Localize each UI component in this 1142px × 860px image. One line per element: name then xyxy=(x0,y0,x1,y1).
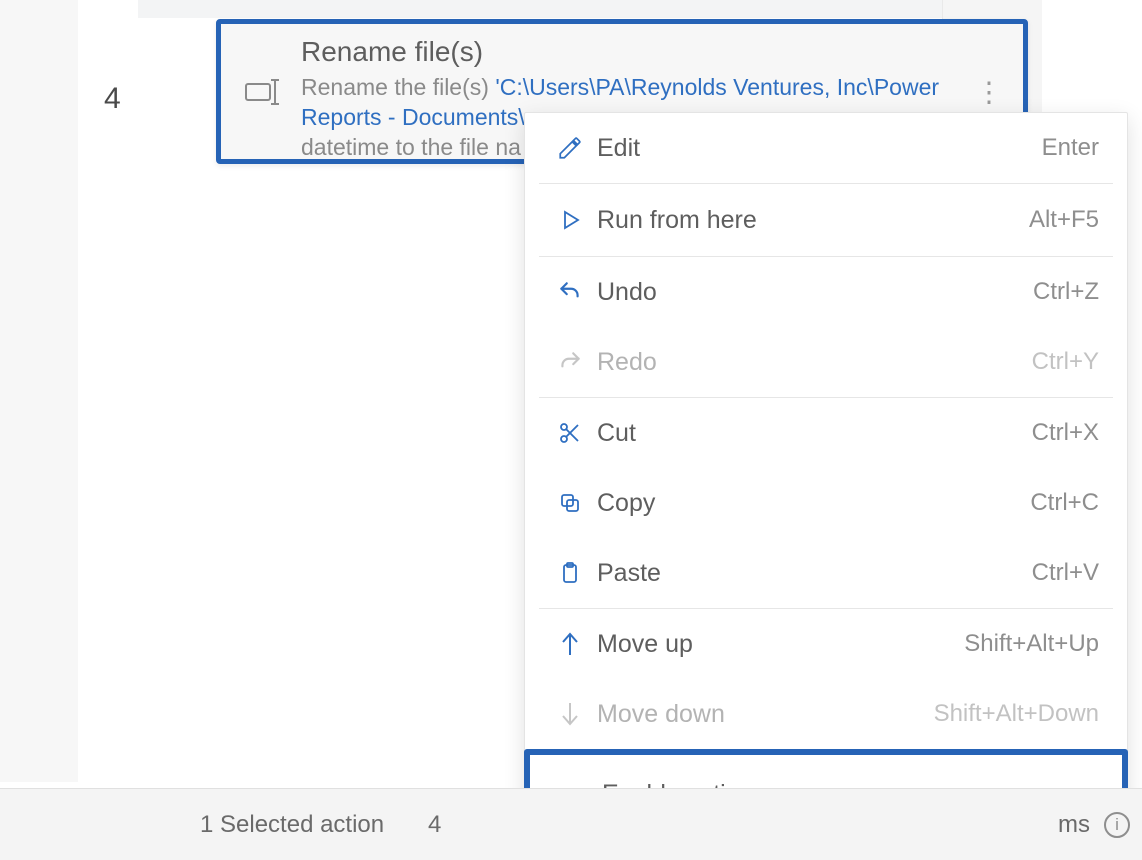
action-card-desc-suffix: datetime to the file na xyxy=(301,134,521,160)
menu-item-run-from-here[interactable]: Run from here Alt+F5 xyxy=(525,184,1127,256)
menu-item-shortcut: Ctrl+C xyxy=(1030,489,1099,517)
menu-item-shortcut: Enter xyxy=(1042,134,1099,162)
pencil-icon xyxy=(549,135,591,161)
menu-item-paste[interactable]: Paste Ctrl+V xyxy=(525,538,1127,608)
menu-item-shortcut: Ctrl+Y xyxy=(1032,348,1099,376)
menu-item-redo: Redo Ctrl+Y xyxy=(525,327,1127,397)
menu-item-shortcut: Ctrl+Z xyxy=(1033,278,1099,306)
menu-item-undo[interactable]: Undo Ctrl+Z xyxy=(525,257,1127,327)
menu-item-edit[interactable]: Edit Enter xyxy=(525,113,1127,183)
undo-icon xyxy=(549,279,591,305)
left-gutter xyxy=(0,0,78,782)
menu-item-label: Run from here xyxy=(591,206,1029,235)
context-menu: Edit Enter Run from here Alt+F5 Undo Ctr… xyxy=(524,112,1128,839)
flow-canvas: 4 Rename file(s) Rename the file(s) 'C:\… xyxy=(78,0,1042,786)
menu-item-label: Move down xyxy=(591,700,934,729)
action-card-title: Rename file(s) xyxy=(301,36,999,68)
step-number: 4 xyxy=(104,82,121,116)
arrow-up-icon xyxy=(549,631,591,657)
status-selected-count: 1 Selected action xyxy=(200,811,384,839)
menu-item-shortcut: Ctrl+V xyxy=(1032,559,1099,587)
menu-item-label: Edit xyxy=(591,134,1042,163)
menu-item-label: Cut xyxy=(591,419,1032,448)
clipboard-icon xyxy=(549,561,591,585)
menu-item-label: Move up xyxy=(591,630,964,659)
menu-item-shortcut: Shift+Alt+Down xyxy=(934,700,1099,728)
status-ms-label: ms xyxy=(1058,811,1090,839)
menu-item-label: Undo xyxy=(591,278,1033,307)
menu-item-label: Copy xyxy=(591,489,1030,518)
menu-item-move-up[interactable]: Move up Shift+Alt+Up xyxy=(525,609,1127,679)
menu-item-cut[interactable]: Cut Ctrl+X xyxy=(525,398,1127,468)
menu-item-shortcut: Alt+F5 xyxy=(1029,206,1099,234)
status-bar: 1 Selected action 4 ms i xyxy=(0,788,1142,860)
redo-icon xyxy=(549,349,591,375)
status-cutoff-number: 4 xyxy=(428,811,441,839)
play-icon xyxy=(549,208,591,232)
menu-item-label: Paste xyxy=(591,559,1032,588)
scissors-icon xyxy=(549,421,591,445)
info-icon[interactable]: i xyxy=(1104,812,1130,838)
action-card-desc-prefix: Rename the file(s) xyxy=(301,74,495,100)
menu-item-move-down: Move down Shift+Alt+Down xyxy=(525,679,1127,749)
menu-item-shortcut: Ctrl+X xyxy=(1032,419,1099,447)
rename-file-icon xyxy=(245,78,285,106)
menu-item-shortcut: Shift+Alt+Up xyxy=(964,630,1099,658)
action-card-more-button[interactable]: ⋮ xyxy=(975,75,1005,108)
menu-item-copy[interactable]: Copy Ctrl+C xyxy=(525,468,1127,538)
arrow-down-icon xyxy=(549,701,591,727)
copy-icon xyxy=(549,491,591,515)
menu-item-label: Redo xyxy=(591,348,1032,377)
